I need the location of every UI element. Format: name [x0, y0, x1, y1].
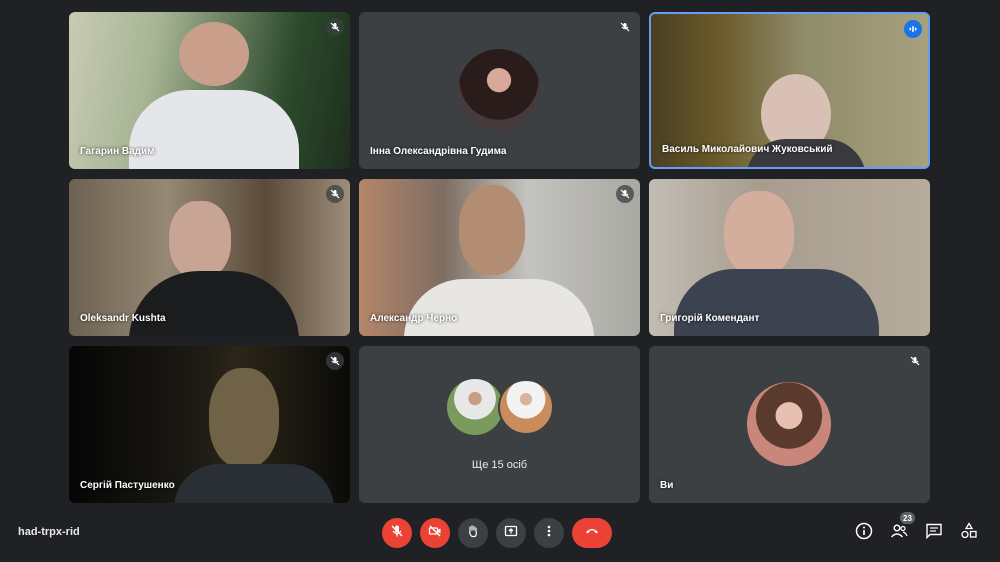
speaking-indicator-icon [904, 20, 922, 38]
mic-off-icon [906, 352, 924, 370]
participant-name: Інна Олександрівна Гудима [370, 146, 507, 157]
more-vert-icon [542, 524, 556, 543]
video-tile-3[interactable]: Василь Миколайович Жуковський [649, 12, 930, 169]
video-tile-2[interactable]: Інна Олександрівна Гудима [359, 12, 640, 169]
chat-icon [925, 522, 943, 545]
video-tile-6[interactable]: Григорій Комендант [649, 179, 930, 336]
mic-off-icon [326, 18, 344, 36]
present-screen-button[interactable] [496, 518, 526, 548]
activities-icon [960, 521, 978, 545]
participant-name: Сергій Пастушенко [80, 480, 175, 491]
video-tile-5[interactable]: Александр Черно [359, 179, 640, 336]
participant-video [724, 191, 794, 277]
video-tile-7[interactable]: Сергій Пастушенко [69, 346, 350, 503]
self-tile[interactable]: Ви [649, 346, 930, 503]
participant-avatar [447, 379, 503, 435]
present-screen-icon [504, 524, 518, 543]
participant-video [459, 185, 525, 275]
participant-name: Василь Миколайович Жуковський [662, 144, 833, 155]
meeting-code: had-trpx-rid [18, 526, 80, 538]
participant-video [179, 22, 249, 86]
mic-off-icon [616, 185, 634, 203]
participant-avatar [498, 379, 554, 435]
participant-name: Григорій Комендант [660, 313, 760, 324]
participant-name: Гагарин Вадим [80, 146, 155, 157]
participant-body [174, 464, 334, 503]
participant-video [209, 368, 279, 468]
video-tile-4[interactable]: Oleksandr Kushta [69, 179, 350, 336]
participant-name: Oleksandr Kushta [80, 313, 166, 324]
mic-off-icon [326, 185, 344, 203]
camera-off-icon [428, 524, 442, 543]
more-options-button[interactable] [534, 518, 564, 548]
more-participants-label: Ще 15 осіб [471, 459, 528, 471]
video-tile-1[interactable]: Гагарин Вадим [69, 12, 350, 169]
participant-body [674, 269, 879, 336]
people-icon [890, 522, 908, 545]
info-icon [855, 522, 873, 545]
camera-toggle-button[interactable] [420, 518, 450, 548]
end-call-button[interactable] [572, 518, 612, 548]
participant-avatar [747, 382, 831, 466]
participant-body [404, 279, 594, 336]
mic-off-icon [326, 352, 344, 370]
others-tile[interactable]: Ще 15 осіб [359, 346, 640, 503]
raise-hand-button[interactable] [458, 518, 488, 548]
mic-off-icon [390, 524, 404, 543]
participant-avatar [458, 49, 540, 131]
participant-video [169, 201, 231, 279]
chat-button[interactable] [923, 522, 945, 544]
mic-toggle-button[interactable] [382, 518, 412, 548]
phone-hangup-icon [584, 524, 600, 543]
participant-name: Александр Черно [370, 313, 458, 324]
participant-body [129, 271, 299, 336]
mic-off-icon [616, 18, 634, 36]
people-button[interactable] [888, 522, 910, 544]
participant-name: Ви [660, 480, 674, 491]
meeting-details-button[interactable] [853, 522, 875, 544]
participant-count-badge: 23 [900, 512, 915, 524]
activities-button[interactable] [958, 521, 980, 545]
raise-hand-icon [466, 524, 480, 543]
participant-body [129, 90, 299, 169]
